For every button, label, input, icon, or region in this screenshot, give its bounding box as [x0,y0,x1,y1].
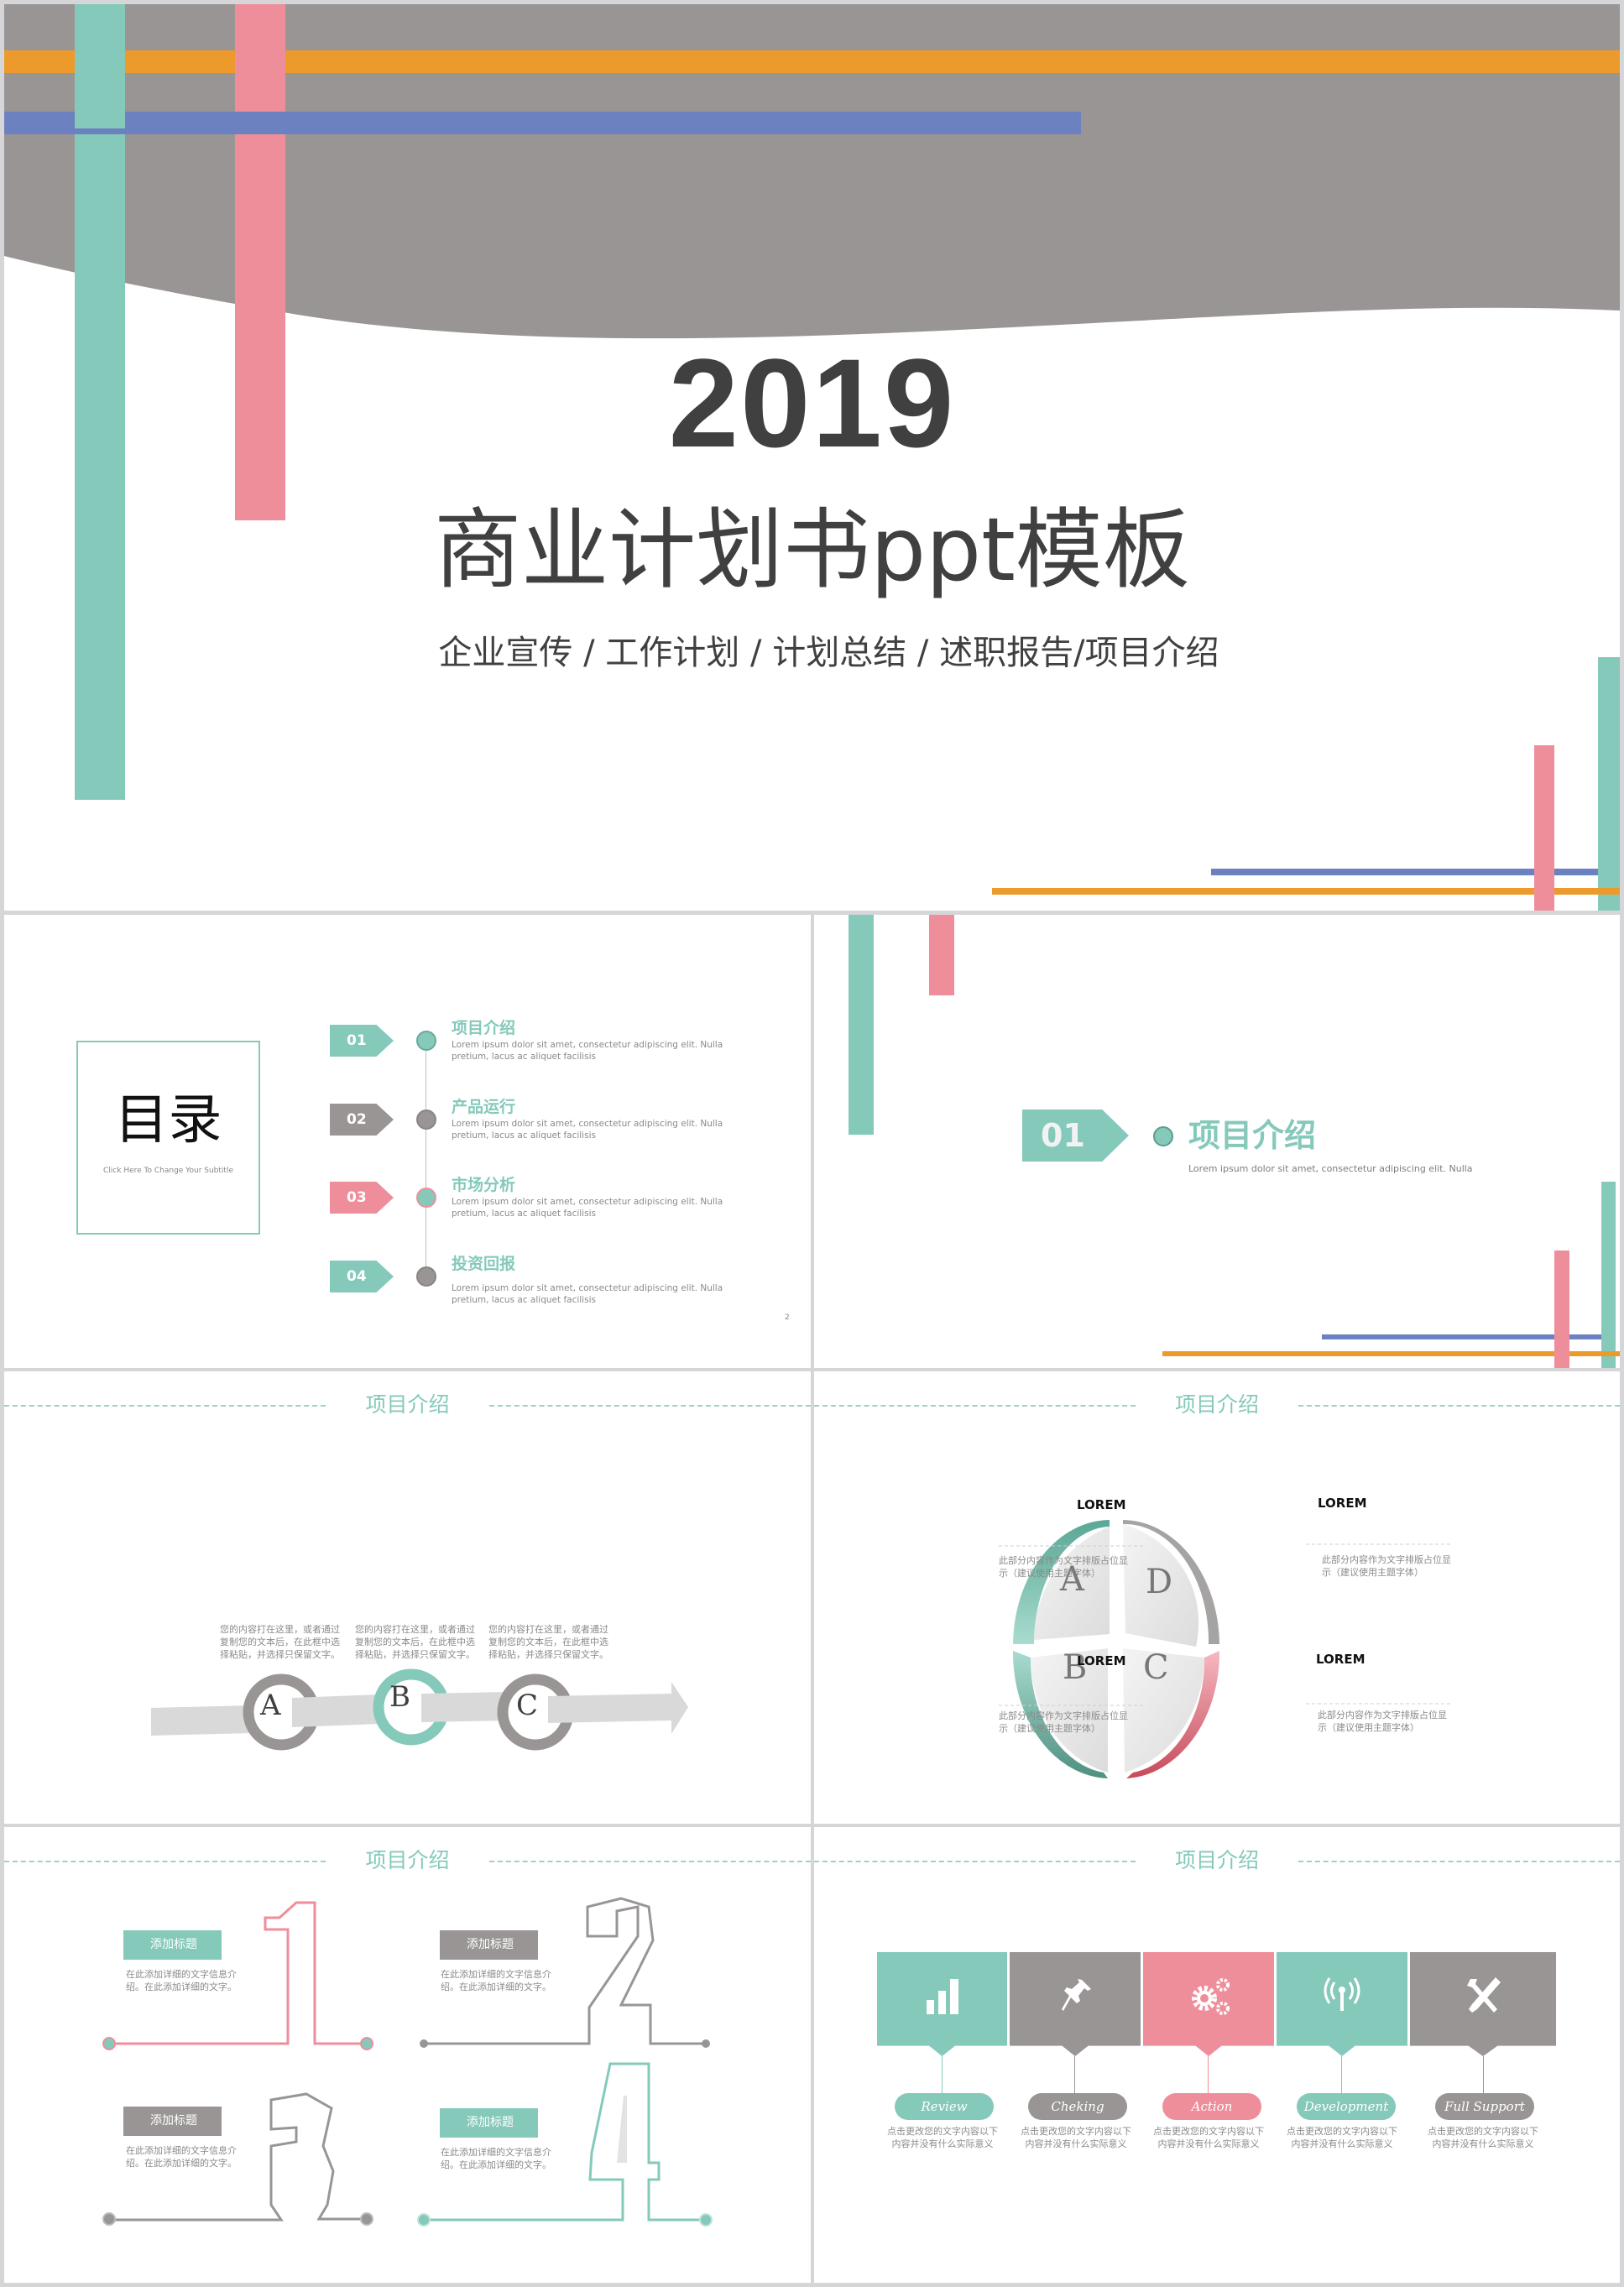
feature-pill[interactable]: Review [895,2093,994,2120]
toc-dot [416,1110,436,1130]
toc-item-title[interactable]: 项目介绍 [452,1019,515,1037]
blue-stripe-right [285,112,1081,134]
number-tag-1: 添加标题 [123,1930,222,1960]
number-text-4: 在此添加详细的文字信息介绍。在此添加详细的文字。 [441,2147,551,2170]
orange-line-br [1162,1351,1620,1356]
toc-item-desc: Lorem ipsum dolor sit amet, consectetur … [452,1040,723,1062]
quadrant-label-a: LOREM [1077,1497,1126,1512]
antenna-icon [1324,1977,1360,2011]
quadrant-label-b: LOREM [1077,1653,1126,1668]
process-diagram [151,1668,688,1751]
section-title: 项目介绍 [1188,1117,1317,1154]
step-letter-b: B [389,1680,410,1714]
toc-heading: 目录 [114,1089,222,1151]
slide-toc[interactable]: 目录 Click Here To Change Your Subtitle 01… [4,915,811,1368]
quadrant-text-b: 此部分内容作为文字排版占位显示（建议使用主题字体） [999,1710,1128,1734]
toc-item-desc: Lorem ipsum dolor sit amet, consectetur … [452,1197,723,1219]
number-text-3: 在此添加详细的文字信息介绍。在此添加详细的文字。 [126,2145,237,2169]
quadrant-text-a: 此部分内容作为文字排版占位显示（建议使用主题字体） [999,1555,1128,1579]
toc-item-title[interactable]: 产品运行 [452,1098,515,1116]
quadrant-letter-d: D [1146,1563,1173,1601]
toc-number-tag: 01 [330,1025,394,1057]
feature-pill[interactable]: Cheking [1028,2093,1127,2120]
slide-quadrant[interactable]: 项目介绍 A D B C LOREM 此部分内容作为文字排版占位显示（建议使用主… [814,1371,1620,1824]
section-desc: Lorem ipsum dolor sit amet, consectetur … [1188,1163,1473,1174]
feature-box [1410,1952,1556,2056]
section-header-title: 项目介绍 [1174,1848,1259,1872]
pink-stripe [929,915,954,995]
toc-number-tag: 03 [330,1182,394,1214]
slide-features[interactable]: 项目介绍 Review 点击更改您的文字内容以下内容并没有什么实际意义 Chek… [814,1827,1620,2283]
feature-text: 点击更改您的文字内容以下内容并没有什么实际意义 [1428,2126,1538,2149]
cover-subtitle: 企业宣传 / 工作计划 / 计划总结 / 述职报告/项目介绍 [438,634,1219,672]
quadrant-text-d: 此部分内容作为文字排版占位显示（建议使用主题字体） [1322,1554,1451,1578]
step-text-a: 您的内容打在这里，或者通过复制您的文本后，在此框中选择粘贴，并选择只保留文字。 [220,1624,340,1660]
number-tag-2: 添加标题 [440,1930,538,1960]
cover-title: 商业计划书ppt模板 [434,499,1190,601]
number-tag-3: 添加标题 [123,2107,222,2136]
numbers-diagram [102,1897,713,2227]
toc-item-desc: Lorem ipsum dolor sit amet, consectetur … [452,1283,723,1305]
bar-chart-icon [927,1979,958,2014]
feature-box [1010,1952,1141,2056]
pushpin-icon [1062,1979,1091,2011]
number-text-2: 在此添加详细的文字信息介绍。在此添加详细的文字。 [441,1969,551,1992]
connector-line [1341,2056,1342,2093]
toc-dot [416,1266,436,1287]
toc-number-tag: 02 [330,1104,394,1136]
step-letter-c: C [516,1689,539,1722]
toc-subheading: Click Here To Change Your Subtitle [103,1167,233,1175]
step-letter-a: A [260,1689,281,1722]
section-header: 项目介绍 [814,1827,1620,1911]
blue-stripe-cross [235,112,285,134]
cover-year: 2019 [668,332,956,473]
teal-stripe [849,915,874,1135]
gears-icon [1192,1978,1230,2015]
feature-box [1277,1952,1407,2056]
toc-dot [416,1188,436,1208]
toc-heading-box: 目录 Click Here To Change Your Subtitle [76,1041,260,1235]
toc-number-tag: 04 [330,1261,394,1292]
feature-text: 点击更改您的文字内容以下内容并没有什么实际意义 [1153,2126,1264,2149]
section-dot [1153,1126,1173,1146]
feature-text: 点击更改您的文字内容以下内容并没有什么实际意义 [1287,2126,1397,2149]
quadrant-label-c: LOREM [1316,1652,1366,1667]
feature-text: 点击更改您的文字内容以下内容并没有什么实际意义 [1021,2126,1131,2149]
quadrant-text-c: 此部分内容作为文字排版占位显示（建议使用主题字体） [1318,1710,1447,1733]
toc-dot [416,1031,436,1051]
toc-item-title[interactable]: 市场分析 [452,1176,515,1194]
section-number-tag: 01 [1022,1110,1129,1162]
step-text-b: 您的内容打在这里，或者通过复制您的文本后，在此框中选择粘贴，并选择只保留文字。 [355,1624,475,1660]
teal-stripe-br [1601,1182,1616,1368]
toc-item-title[interactable]: 投资回报 [452,1255,515,1273]
connector-line [942,2056,943,2093]
feature-pill[interactable]: Full Support [1435,2093,1534,2120]
pink-stripe-br [1554,1251,1569,1368]
page-number: 2 [785,1313,790,1322]
number-tag-4: 添加标题 [440,2108,538,2138]
feature-pill[interactable]: Action [1162,2093,1261,2120]
pink-stripe-br [1534,745,1554,911]
connector-line [1483,2056,1484,2093]
quadrant-diagram [999,1520,1450,1778]
slide-numbers[interactable]: 项目介绍 添加标题 在此添加详细的文字信息介绍。在此添加详细的文字。 添加标题 … [4,1827,811,2283]
quadrant-label-d: LOREM [1318,1496,1367,1511]
feature-text: 点击更改您的文字内容以下内容并没有什么实际意义 [887,2126,998,2149]
slide-process[interactable]: 项目介绍 A B C 您的内容打在这里，或者通过复制您的文本后，在此框中选择粘贴… [4,1371,811,1824]
connector-line [1074,2056,1075,2093]
quadrant-letter-c: C [1143,1648,1169,1687]
number-text-1: 在此添加详细的文字信息介绍。在此添加详细的文字。 [126,1969,237,1992]
orange-line-br [992,888,1620,895]
teal-stripe-br [1598,657,1620,911]
slide-section-01[interactable]: 01 项目介绍 Lorem ipsum dolor sit amet, cons… [814,915,1620,1368]
slide-cover[interactable]: 2019 商业计划书ppt模板 企业宣传 / 工作计划 / 计划总结 / 述职报… [4,4,1620,911]
connector-line [1208,2056,1209,2093]
feature-box [877,1952,1007,2056]
feature-box [1143,1952,1274,2056]
step-text-c: 您的内容打在这里，或者通过复制您的文本后，在此框中选择粘贴，并选择只保留文字。 [488,1624,608,1660]
tools-icon [1467,1977,1501,2013]
toc-item-desc: Lorem ipsum dolor sit amet, consectetur … [452,1119,723,1141]
feature-pill[interactable]: Development [1297,2093,1396,2120]
